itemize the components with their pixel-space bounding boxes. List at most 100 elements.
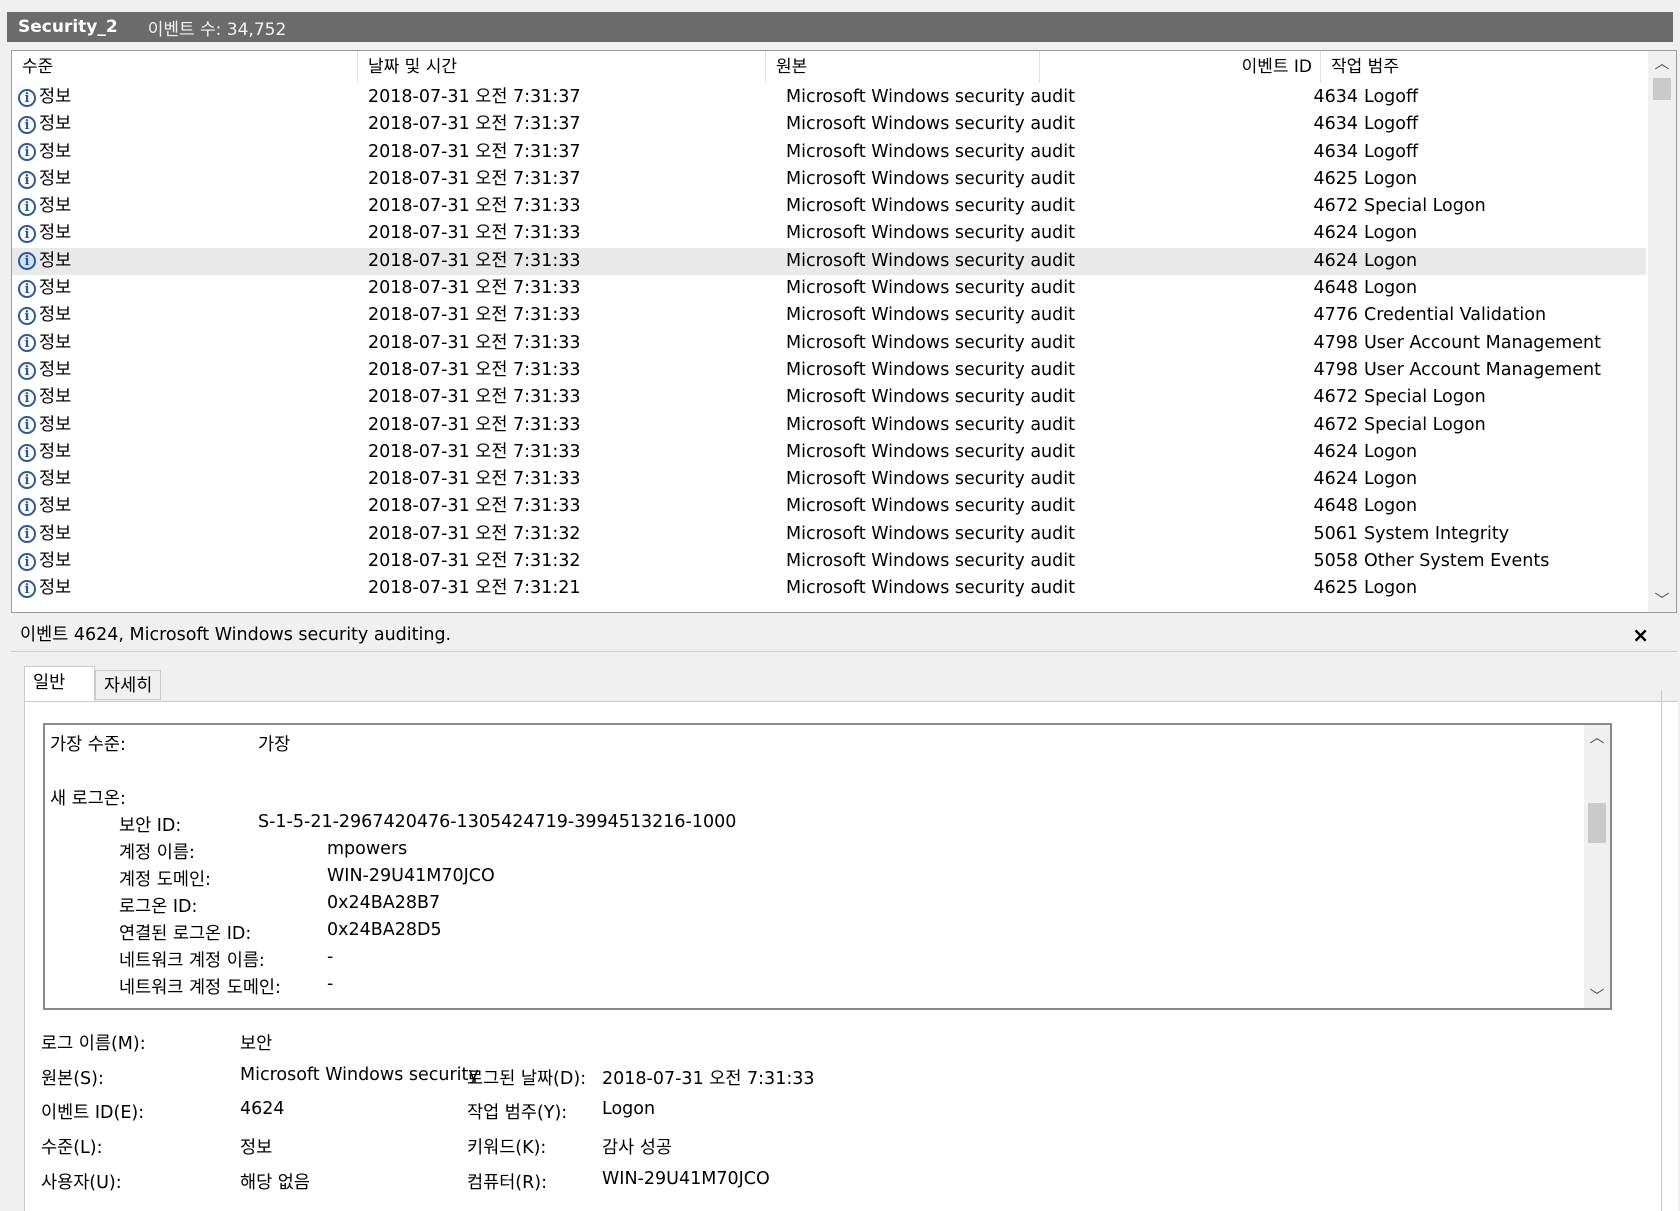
category-cell: Special Logon [1364, 387, 1486, 408]
tab-details[interactable]: 자세히 [95, 670, 161, 700]
table-row[interactable]: i 정보 2018-07-31 오전 7:31:21 Microsoft Window… [12, 575, 1646, 602]
event-id-cell: 4648 [1313, 278, 1358, 299]
level-cell: i 정보 [18, 439, 348, 466]
keywords-value[interactable]: 감사 성공 [602, 1134, 672, 1159]
user-value[interactable]: 해당 없음 [240, 1169, 310, 1194]
computer-value[interactable]: WIN-29U41M70JCO [602, 1169, 770, 1189]
table-row[interactable]: i 정보 2018-07-31 오전 7:31:37 Microsoft Window… [12, 166, 1646, 193]
list-scrollbar[interactable]: ︿ ﹀ [1648, 51, 1676, 612]
source-cell: Microsoft Windows security audit... [786, 114, 1076, 135]
date-cell: 2018-07-31 오전 7:31:33 [368, 278, 581, 299]
source-cell: Microsoft Windows security audit... [786, 496, 1076, 517]
chevron-up-icon[interactable]: ︿ [1648, 51, 1676, 75]
table-row[interactable]: i 정보 2018-07-31 오전 7:31:37 Microsoft Window… [12, 84, 1646, 111]
category-cell: Logon [1364, 441, 1418, 462]
event-id-cell: 4798 [1313, 359, 1358, 380]
column-header-event-id[interactable]: 이벤트 ID [1040, 51, 1321, 83]
scroll-thumb[interactable] [1653, 78, 1671, 100]
table-row[interactable]: i 정보 2018-07-31 오전 7:31:32 Microsoft Window… [12, 548, 1646, 575]
panel-divider [1661, 690, 1662, 1211]
logon-id-value: 0x24BA28B7 [327, 893, 441, 913]
account-domain-label: 계정 도메인: [119, 870, 211, 890]
elevated-value: 가장 [258, 735, 291, 755]
source-cell: Microsoft Windows security audit... [786, 223, 1076, 244]
chevron-up-icon[interactable]: ︿ [1584, 725, 1610, 749]
level-cell: i 정보 [18, 330, 348, 357]
info-icon: i [18, 334, 36, 353]
level-text: 정보 [39, 305, 72, 326]
table-row[interactable]: i 정보 2018-07-31 오전 7:31:33 Microsoft Window… [12, 493, 1646, 520]
table-row[interactable]: i 정보 2018-07-31 오전 7:31:33 Microsoft Window… [12, 220, 1646, 247]
category-cell: Other System Events [1364, 551, 1550, 572]
level-cell: i 정보 [18, 193, 348, 220]
event-id-cell: 4625 [1313, 168, 1358, 189]
event-description[interactable]: 가장 수준: 가장 새 로그온: 보안 ID: S-1-5-21-2967420… [43, 723, 1612, 1010]
event-id-cell: 4672 [1313, 414, 1358, 435]
table-row[interactable]: i 정보 2018-07-31 오전 7:31:33 Microsoft Window… [12, 466, 1646, 493]
table-row[interactable]: i 정보 2018-07-31 오전 7:31:33 Microsoft Window… [12, 330, 1646, 357]
event-list[interactable]: 수준 날짜 및 시간 원본 이벤트 ID 작업 범주 i 정보 2018-07-31… [11, 50, 1677, 613]
level-text: 정보 [39, 359, 72, 380]
level-text: 정보 [39, 441, 72, 462]
close-icon[interactable]: × [1632, 618, 1649, 652]
chevron-down-icon[interactable]: ﹀ [1584, 984, 1610, 1008]
event-id-cell: 4624 [1313, 223, 1358, 244]
table-row[interactable]: i 정보 2018-07-31 오전 7:31:33 Microsoft Window… [12, 247, 1646, 276]
source-value[interactable]: Microsoft Windows security [240, 1065, 479, 1085]
level-text: 정보 [39, 551, 72, 572]
info-icon: i [18, 279, 36, 298]
column-header-source[interactable]: 원본 [766, 51, 1040, 83]
date-cell: 2018-07-31 오전 7:31:37 [368, 114, 581, 135]
table-row[interactable]: i 정보 2018-07-31 오전 7:31:37 Microsoft Window… [12, 139, 1646, 166]
info-icon: i [18, 552, 36, 571]
source-cell: Microsoft Windows security audit... [786, 168, 1076, 189]
table-row[interactable]: i 정보 2018-07-31 오전 7:31:33 Microsoft Window… [12, 193, 1646, 220]
source-cell: Microsoft Windows security audit... [786, 578, 1076, 599]
date-cell: 2018-07-31 오전 7:31:33 [368, 223, 581, 244]
info-icon: i [18, 170, 36, 189]
date-cell: 2018-07-31 오전 7:31:37 [368, 141, 581, 162]
level-value[interactable]: 정보 [240, 1134, 272, 1159]
log-name-value[interactable]: 보안 [240, 1030, 272, 1055]
level-cell: i 정보 [18, 548, 348, 575]
table-row[interactable]: i 정보 2018-07-31 오전 7:31:37 Microsoft Window… [12, 111, 1646, 138]
linked-logon-id-value: 0x24BA28D5 [327, 920, 442, 940]
level-text: 정보 [39, 250, 72, 271]
tab-general[interactable]: 일반 [24, 666, 95, 702]
column-header-category[interactable]: 작업 범주 [1321, 51, 1646, 83]
category-cell: Logoff [1364, 141, 1419, 162]
chevron-down-icon[interactable]: ﹀ [1648, 588, 1676, 612]
event-id-cell: 4798 [1313, 332, 1358, 353]
table-row[interactable]: i 정보 2018-07-31 오전 7:31:33 Microsoft Window… [12, 384, 1646, 411]
category-cell: Logon [1364, 578, 1418, 599]
date-cell: 2018-07-31 오전 7:31:33 [368, 359, 581, 380]
event-id-value[interactable]: 4624 [240, 1099, 285, 1119]
table-row[interactable]: i 정보 2018-07-31 오전 7:31:33 Microsoft Window… [12, 302, 1646, 329]
user-label: 사용자(U): [41, 1173, 122, 1193]
info-icon: i [18, 388, 36, 407]
table-row[interactable]: i 정보 2018-07-31 오전 7:31:32 Microsoft Window… [12, 521, 1646, 548]
table-row[interactable]: i 정보 2018-07-31 오전 7:31:33 Microsoft Window… [12, 412, 1646, 439]
info-icon: i [18, 525, 36, 544]
description-scrollbar[interactable]: ︿ ﹀ [1584, 725, 1610, 1008]
scroll-thumb[interactable] [1588, 803, 1606, 843]
level-cell: i 정보 [18, 521, 348, 548]
task-category-value[interactable]: Logon [602, 1099, 655, 1119]
column-header-date[interactable]: 날짜 및 시간 [358, 51, 766, 83]
network-account-name-value: - [327, 947, 334, 967]
detail-title: 이벤트 4624, Microsoft Windows security aud… [20, 625, 452, 645]
category-cell: Logon [1364, 496, 1418, 517]
table-row[interactable]: i 정보 2018-07-31 오전 7:31:33 Microsoft Window… [12, 357, 1646, 384]
source-cell: Microsoft Windows security audit... [786, 141, 1076, 162]
logged-date-value[interactable]: 2018-07-31 오전 7:31:33 [602, 1065, 815, 1090]
source-label: 원본(S): [41, 1069, 104, 1089]
column-header-level[interactable]: 수준 [12, 51, 358, 83]
table-row[interactable]: i 정보 2018-07-31 오전 7:31:33 Microsoft Window… [12, 275, 1646, 302]
table-row[interactable]: i 정보 2018-07-31 오전 7:31:33 Microsoft Window… [12, 439, 1646, 466]
linked-logon-id-label: 연결된 로그온 ID: [119, 924, 252, 944]
level-text: 정보 [39, 332, 72, 353]
date-cell: 2018-07-31 오전 7:31:33 [368, 332, 581, 353]
event-id-label: 이벤트 ID(E): [41, 1103, 145, 1123]
info-icon: i [18, 470, 36, 489]
level-label: 수준(L): [41, 1138, 103, 1158]
